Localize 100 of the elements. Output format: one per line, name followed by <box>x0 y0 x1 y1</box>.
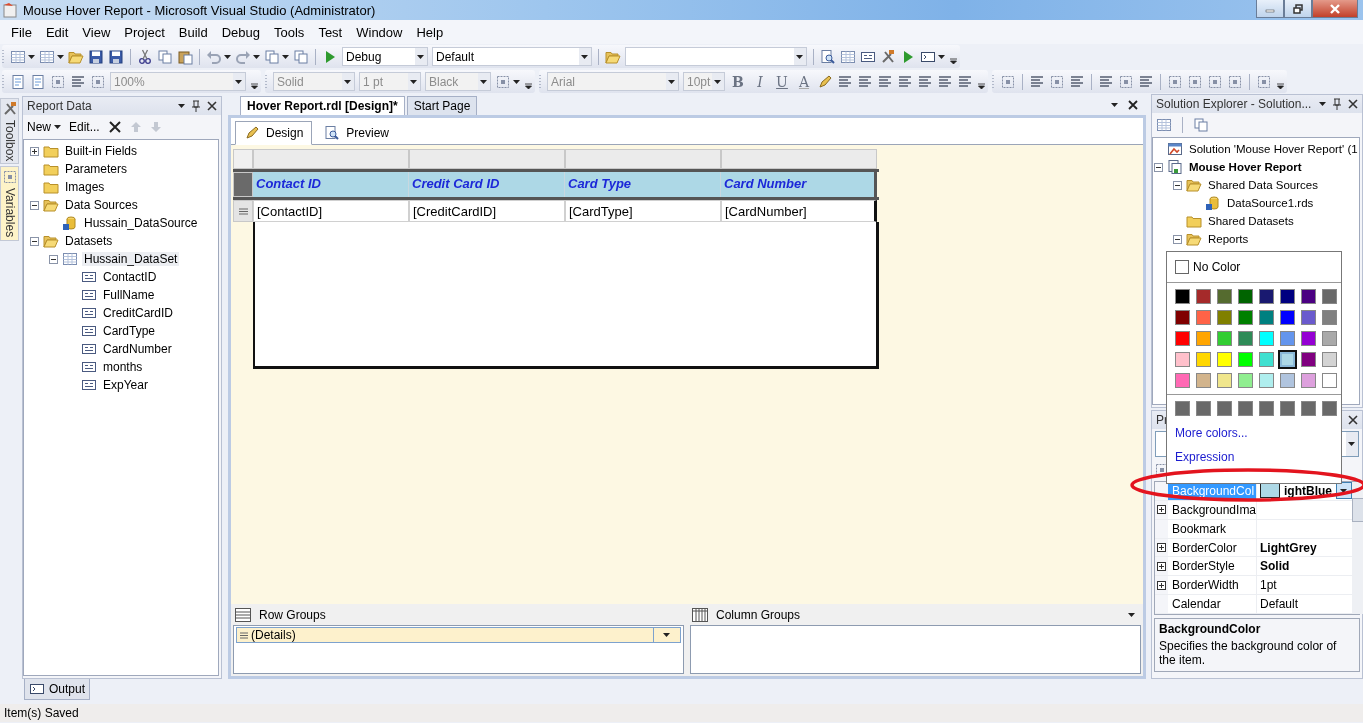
caret-icon[interactable] <box>282 54 289 59</box>
restore-button[interactable] <box>1284 0 1312 18</box>
color-swatch[interactable] <box>1175 401 1190 416</box>
dropdown-field[interactable]: Default <box>432 47 592 66</box>
table-cell[interactable]: [CardNumber] <box>721 200 877 222</box>
color-swatch[interactable] <box>1322 331 1337 346</box>
caret-icon[interactable] <box>57 54 64 59</box>
caret-icon[interactable] <box>28 54 35 59</box>
tree-item[interactable]: CreditCardID <box>101 306 176 320</box>
color-swatch[interactable] <box>1217 401 1232 416</box>
row-handle[interactable] <box>233 200 253 222</box>
view-tab[interactable]: Design <box>235 121 313 145</box>
table-corner-handle[interactable] <box>233 149 253 169</box>
color-swatch[interactable] <box>1196 310 1211 325</box>
output-tab[interactable]: Output <box>24 679 91 700</box>
menu-item[interactable]: Window <box>349 24 410 40</box>
color-swatch[interactable] <box>1259 401 1274 416</box>
color-swatch[interactable] <box>1175 373 1190 388</box>
pin-icon[interactable] <box>1332 98 1342 110</box>
color-swatch[interactable] <box>1175 331 1190 346</box>
color-swatch[interactable] <box>1322 401 1337 416</box>
layout-icon[interactable] <box>1207 73 1223 90</box>
document-tab[interactable]: Hover Report.rdl [Design]* <box>240 96 405 115</box>
close-icon[interactable] <box>1348 415 1358 425</box>
property-name[interactable]: BackgroundIma <box>1168 500 1257 519</box>
align-icon[interactable] <box>1138 73 1154 90</box>
format-button[interactable]: B <box>729 73 747 90</box>
table-header-cell[interactable]: Credit Card ID <box>409 172 565 197</box>
caret-icon[interactable] <box>1319 102 1326 106</box>
color-swatch[interactable] <box>1280 289 1295 304</box>
tree-item[interactable]: Solution 'Mouse Hover Report' (1 <box>1187 143 1359 155</box>
expand-icon[interactable] <box>1157 543 1166 552</box>
column-handle[interactable] <box>721 149 877 169</box>
align-icon[interactable] <box>1069 73 1085 90</box>
floppy-icon[interactable] <box>88 48 104 65</box>
color-swatch[interactable] <box>1175 289 1190 304</box>
caret-icon[interactable] <box>1111 102 1118 107</box>
color-swatch[interactable] <box>1322 352 1337 367</box>
color-swatch[interactable] <box>1280 331 1295 346</box>
report-table[interactable]: Contact ID Credit Card ID Card Type Card Number [ContactID] [CreditCardID] [CardType] [CardNumber] <box>233 149 879 369</box>
tree-item[interactable]: CardType <box>101 324 158 338</box>
clipboard-icon[interactable] <box>177 48 193 65</box>
property-name[interactable]: Calendar <box>1168 595 1257 613</box>
color-swatch[interactable] <box>1196 352 1211 367</box>
expand-icon[interactable] <box>1157 580 1166 590</box>
color-swatch[interactable] <box>1322 373 1337 388</box>
table-icon[interactable] <box>1156 117 1172 133</box>
expand-icon[interactable] <box>1157 505 1166 515</box>
menu-item[interactable]: File <box>4 24 39 40</box>
property-value[interactable]: ightBlue <box>1284 483 1332 498</box>
menu-item[interactable]: Help <box>409 24 451 40</box>
toolbar-button[interactable]: Edit... <box>69 120 100 134</box>
table-icon[interactable] <box>840 48 856 65</box>
layout-icon[interactable] <box>90 73 106 90</box>
table-header-cell[interactable]: Contact ID <box>253 172 409 197</box>
color-swatch[interactable] <box>1196 401 1211 416</box>
align-icon[interactable] <box>877 73 893 90</box>
side-tab[interactable]: Toolbox <box>0 98 19 165</box>
color-swatch[interactable] <box>1259 289 1274 304</box>
color-swatch[interactable] <box>1217 310 1232 325</box>
menu-item[interactable]: View <box>75 24 118 40</box>
color-swatch[interactable] <box>1301 289 1316 304</box>
color-swatch[interactable] <box>1280 352 1295 367</box>
layout-icon[interactable] <box>1227 73 1243 90</box>
tree-item[interactable]: Reports <box>1206 233 1251 245</box>
expand-icon[interactable] <box>30 146 39 156</box>
color-swatch[interactable] <box>1217 373 1232 388</box>
color-swatch[interactable] <box>1301 373 1316 388</box>
color-swatch[interactable] <box>1301 331 1316 346</box>
link[interactable]: More colors... <box>1167 426 1341 440</box>
property-value[interactable]: Default <box>1260 597 1299 612</box>
align-icon[interactable] <box>937 73 953 90</box>
color-swatch[interactable] <box>1238 310 1253 325</box>
tree-item[interactable]: months <box>101 360 145 374</box>
tree-item[interactable]: FullName <box>101 288 157 302</box>
tools-icon[interactable] <box>880 48 896 65</box>
column-handle[interactable] <box>565 149 721 169</box>
list-icon[interactable] <box>917 73 933 90</box>
toolbar-button[interactable]: New <box>27 120 61 134</box>
layout-icon[interactable] <box>1118 73 1134 90</box>
list-icon[interactable] <box>897 73 913 90</box>
color-swatch[interactable] <box>1280 401 1295 416</box>
align-icon[interactable] <box>1029 73 1045 90</box>
scissors-icon[interactable] <box>137 48 153 65</box>
tree-item[interactable]: Built-in Fields <box>63 144 140 158</box>
table-cell[interactable]: [ContactID] <box>253 200 409 222</box>
tree-item[interactable]: Hussain_DataSet <box>82 252 180 266</box>
menu-item[interactable]: Test <box>311 24 350 40</box>
color-swatch[interactable] <box>1238 352 1253 367</box>
document-tab[interactable]: Start Page <box>406 96 478 115</box>
side-tab[interactable]: Variables <box>0 166 19 241</box>
list-icon[interactable] <box>70 73 86 90</box>
collapse-icon[interactable] <box>30 236 39 246</box>
color-swatch[interactable] <box>1301 401 1316 416</box>
page-icon[interactable] <box>30 73 46 90</box>
color-swatch[interactable] <box>1238 401 1253 416</box>
menu-item[interactable]: Build <box>171 24 215 40</box>
caret-icon[interactable] <box>513 79 520 84</box>
menu-item[interactable]: Edit <box>38 24 76 40</box>
caret-icon[interactable] <box>178 104 185 108</box>
